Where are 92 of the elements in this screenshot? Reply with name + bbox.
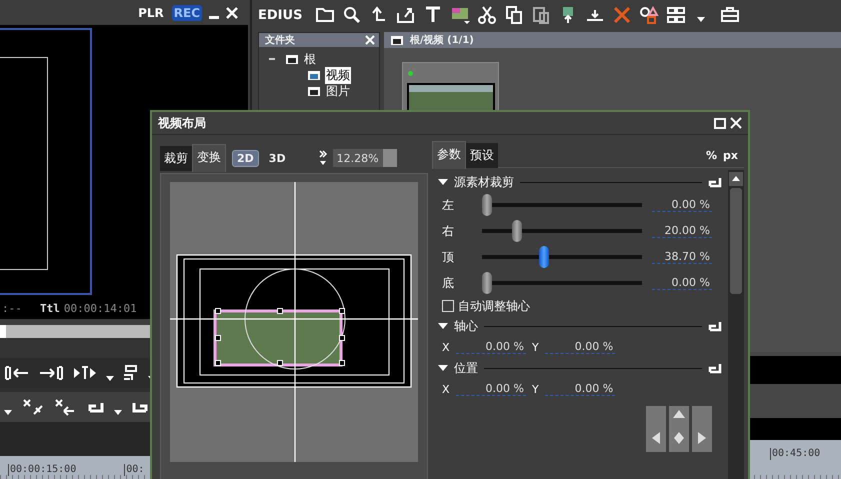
paste-icon[interactable] bbox=[531, 5, 552, 25]
tab[interactable]: 变换 bbox=[192, 144, 226, 172]
close-icon[interactable] bbox=[365, 35, 375, 45]
reset-icon[interactable] bbox=[708, 320, 722, 332]
slider-thumb[interactable] bbox=[539, 246, 550, 268]
toolbox-icon[interactable] bbox=[720, 5, 740, 25]
folder-icon bbox=[307, 70, 321, 80]
mode-tab[interactable]: REC bbox=[172, 4, 202, 20]
caret-icon[interactable] bbox=[114, 410, 122, 416]
redo-icon[interactable] bbox=[132, 401, 150, 413]
value-field[interactable]: 0.00 % bbox=[544, 340, 616, 354]
axis-label: Y bbox=[532, 340, 539, 354]
slider-label: 左 bbox=[442, 196, 455, 214]
unit-button[interactable]: px bbox=[723, 148, 738, 162]
slider-thumb[interactable] bbox=[512, 220, 522, 242]
unit-button[interactable]: % bbox=[706, 148, 718, 162]
dialog-title: 视频布局 bbox=[158, 114, 207, 132]
bin-path: 根/视频 (1/1) bbox=[410, 34, 474, 47]
monitor-icon[interactable] bbox=[450, 5, 470, 25]
scroll-thumb[interactable] bbox=[730, 188, 742, 294]
export-icon[interactable] bbox=[396, 5, 416, 25]
folder-item[interactable]: 根 bbox=[303, 50, 317, 68]
reset-icon[interactable] bbox=[708, 176, 722, 188]
folder-icon[interactable] bbox=[315, 5, 336, 25]
shapes-icon[interactable] bbox=[639, 5, 660, 25]
status-dot bbox=[408, 71, 413, 76]
double-chevron-icon[interactable] bbox=[318, 149, 328, 167]
delete-icon[interactable] bbox=[612, 5, 632, 25]
axis-label: X bbox=[442, 340, 450, 354]
overwrite-icon[interactable] bbox=[122, 365, 140, 381]
maximize-icon[interactable] bbox=[714, 117, 726, 129]
scroll-up-icon[interactable] bbox=[729, 172, 743, 186]
slider-label: 右 bbox=[442, 222, 455, 240]
folder-icon bbox=[307, 86, 321, 96]
tab[interactable]: 预设 bbox=[466, 142, 498, 168]
ruler-label: 00: bbox=[124, 464, 144, 476]
value-field[interactable]: 0.00 % bbox=[544, 382, 616, 396]
position-pad-icon[interactable] bbox=[646, 406, 712, 452]
section-title: 源素材裁剪 bbox=[454, 174, 514, 190]
close-icon[interactable] bbox=[730, 117, 742, 129]
value-field[interactable]: 0.00 % bbox=[652, 276, 712, 290]
slider-thumb[interactable] bbox=[482, 194, 492, 216]
checkbox[interactable] bbox=[442, 300, 454, 312]
mode-tab[interactable]: PLR bbox=[136, 4, 166, 20]
section-title: 轴心 bbox=[454, 318, 478, 334]
section-title: 位置 bbox=[454, 360, 478, 376]
copy-icon[interactable] bbox=[504, 5, 524, 25]
checkbox-label: 自动调整轴心 bbox=[458, 298, 530, 314]
timecode: :-- bbox=[2, 302, 23, 314]
axis-label: X bbox=[442, 382, 450, 396]
caret-icon[interactable] bbox=[4, 410, 12, 416]
mark-in-icon[interactable] bbox=[4, 365, 30, 381]
scrollbar[interactable] bbox=[728, 170, 744, 479]
folder-item[interactable]: 视频 bbox=[325, 66, 351, 84]
slider-label: 顶 bbox=[442, 248, 455, 266]
tab[interactable]: 裁剪 bbox=[160, 146, 192, 170]
slider-thumb[interactable] bbox=[482, 272, 492, 294]
value-field[interactable]: 0.00 % bbox=[456, 340, 526, 354]
collapse-triangle-icon[interactable] bbox=[438, 364, 448, 372]
folder-icon bbox=[390, 34, 404, 46]
total-timecode: 00:00:14:01 bbox=[64, 302, 137, 314]
value-field[interactable]: 0.00 % bbox=[652, 198, 712, 212]
insert-icon[interactable] bbox=[72, 365, 98, 381]
close-icon[interactable] bbox=[226, 6, 238, 18]
ruler-label: 00:00:15:00 bbox=[8, 464, 76, 476]
layout-preview-drawing[interactable] bbox=[170, 182, 418, 462]
axis-label: Y bbox=[532, 382, 539, 396]
panel-title: 文件夹 bbox=[265, 34, 295, 47]
mark-out-icon[interactable] bbox=[38, 365, 64, 381]
delete-clip-icon[interactable] bbox=[54, 398, 76, 416]
collapse-triangle-icon[interactable] bbox=[438, 322, 448, 330]
grid-icon[interactable] bbox=[666, 5, 686, 25]
value-field[interactable]: 20.00 % bbox=[652, 224, 712, 238]
scissors-icon[interactable] bbox=[477, 5, 498, 25]
view-mode-button[interactable]: 2D bbox=[232, 150, 259, 166]
folder-item[interactable]: 图片 bbox=[325, 82, 351, 100]
caret-icon[interactable] bbox=[106, 376, 114, 382]
tab[interactable]: 参数 bbox=[432, 141, 466, 169]
slider-label: 底 bbox=[442, 274, 455, 292]
ruler-label: 00:45:00 bbox=[770, 448, 820, 460]
app-name: EDIUS bbox=[258, 8, 302, 22]
zoom-dropdown[interactable]: 12.28% bbox=[332, 149, 397, 167]
folder-icon bbox=[285, 54, 299, 64]
collapse-triangle-icon[interactable] bbox=[438, 178, 448, 186]
undo-icon[interactable] bbox=[86, 401, 104, 413]
search-icon[interactable] bbox=[342, 5, 362, 25]
view-mode-button[interactable]: 3D bbox=[264, 150, 290, 166]
reset-icon[interactable] bbox=[708, 362, 722, 374]
value-field[interactable]: 38.70 % bbox=[652, 250, 712, 264]
value-field[interactable]: 0.00 % bbox=[456, 382, 526, 396]
delete-gap-icon[interactable] bbox=[22, 398, 44, 416]
total-label: Ttl bbox=[40, 302, 60, 314]
